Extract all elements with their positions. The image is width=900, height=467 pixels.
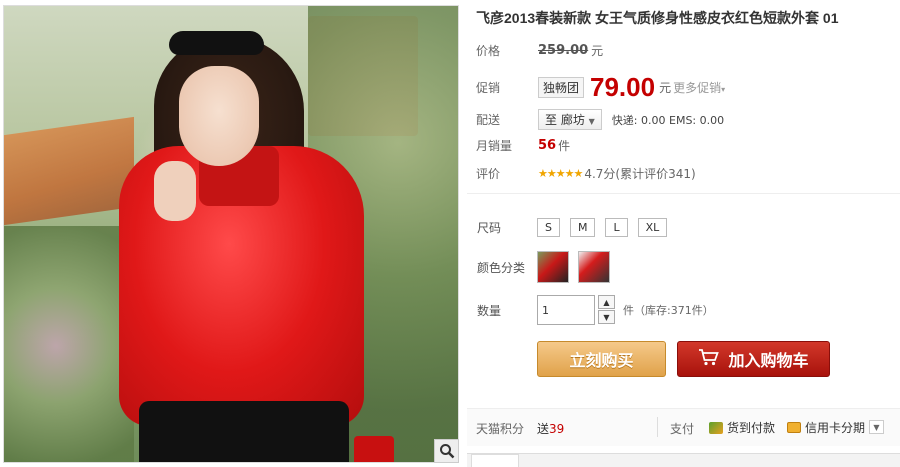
payment-expand-button[interactable]: ▼ <box>869 420 884 434</box>
sales-row: 月销量 56 件 <box>476 137 570 154</box>
quantity-increase-button[interactable]: ▲ <box>598 295 615 309</box>
color-row: 颜色分类 <box>477 251 619 283</box>
add-to-cart-button[interactable]: 加入购物车 <box>677 341 830 377</box>
tmall-points-value: 送39 <box>537 420 564 437</box>
shipping-destination-select[interactable]: 至 廊坊 ▼ <box>538 109 602 130</box>
payment-label: 支付 <box>670 422 695 436</box>
star-rating-icon: ★★★★★ <box>538 167 583 180</box>
red-bag <box>354 436 394 462</box>
background-roof <box>4 116 134 226</box>
promotion-price: 79.00 <box>590 72 656 102</box>
quantity-stepper: ▲ ▼ <box>598 295 615 325</box>
black-skirt <box>139 401 349 462</box>
product-main-image[interactable] <box>3 5 459 463</box>
stock-info: 件（库存:371件） <box>623 304 714 317</box>
rating-score-link[interactable]: 4.7分(累计评价341) <box>584 165 695 182</box>
chevron-down-icon: ▾ <box>721 85 726 94</box>
size-option-m[interactable]: M <box>569 218 596 237</box>
rating-row: 评价 ★★★★★ 4.7分(累计评价341) <box>476 165 696 182</box>
more-promotions-link[interactable]: 更多促销▾ <box>673 79 725 96</box>
promotion-row: 促销 独畅团 79.00 元 更多促销▾ <box>476 72 725 103</box>
rating-label: 评价 <box>476 167 501 181</box>
destination-value: 至 廊坊 <box>545 113 585 127</box>
add-to-cart-label: 加入购物车 <box>728 351 809 370</box>
credit-label: 信用卡分期 <box>805 421 866 435</box>
quantity-label: 数量 <box>477 303 502 318</box>
divider <box>657 417 658 437</box>
sunglasses <box>169 31 264 55</box>
points-prefix: 送 <box>537 422 550 436</box>
size-option-s[interactable]: S <box>537 218 560 237</box>
magnifier-icon <box>439 444 454 459</box>
points-number: 39 <box>549 422 565 436</box>
product-title: 飞彦2013春装新款 女王气质修身性感皮衣红色短款外套 01 <box>476 10 839 26</box>
detail-tabs <box>467 453 900 467</box>
price-label: 价格 <box>476 44 501 58</box>
promotion-unit: 元 <box>659 81 672 95</box>
quantity-input[interactable]: 1 <box>537 295 595 325</box>
credit-installment-option[interactable]: 信用卡分期 <box>787 419 865 436</box>
shipping-label: 配送 <box>476 113 501 127</box>
shipping-fees: 快递: 0.00 EMS: 0.00 <box>611 113 725 127</box>
quantity-decrease-button[interactable]: ▼ <box>598 310 615 324</box>
cash-on-delivery-icon <box>709 421 723 434</box>
color-option-thumbnail-1[interactable] <box>537 251 569 283</box>
quantity-row: 数量 1 ▲ ▼ 件（库存:371件） <box>477 295 714 325</box>
model-face <box>179 66 259 166</box>
background-flowers <box>4 226 134 462</box>
tab-2[interactable] <box>519 454 567 467</box>
color-label: 颜色分类 <box>477 260 526 275</box>
promotion-label: 促销 <box>476 81 501 95</box>
model-hand <box>154 161 196 221</box>
points-payment-row: 天猫积分 送39 支付 货到付款 信用卡分期 ▼ <box>467 408 900 446</box>
size-option-l[interactable]: L <box>605 218 628 237</box>
chevron-down-icon: ▼ <box>873 422 880 432</box>
color-option-thumbnail-2[interactable] <box>578 251 610 283</box>
size-option-xl[interactable]: XL <box>637 218 668 237</box>
size-label: 尺码 <box>477 221 502 235</box>
shopping-cart-icon <box>698 348 720 370</box>
cash-on-delivery-option[interactable]: 货到付款 <box>709 419 775 436</box>
size-row: 尺码 S M L XL <box>477 218 677 237</box>
tab-3[interactable] <box>567 454 615 467</box>
price-unit: 元 <box>591 44 604 58</box>
original-price: 259.00 <box>538 43 589 58</box>
tab-4[interactable] <box>615 454 663 467</box>
sales-count: 56 <box>538 138 557 153</box>
zoom-button[interactable] <box>434 439 459 463</box>
tab-1[interactable] <box>471 454 519 467</box>
tmall-points-label: 天猫积分 <box>476 422 525 436</box>
price-row: 价格 259.00 元 <box>476 42 603 59</box>
sales-label: 月销量 <box>476 139 513 153</box>
chevron-down-icon: ▼ <box>588 117 595 126</box>
more-promotions-label: 更多促销 <box>673 81 722 95</box>
promotion-tag: 独畅团 <box>538 77 585 98</box>
credit-card-icon <box>787 422 801 433</box>
sales-unit: 件 <box>558 139 571 153</box>
buy-now-button[interactable]: 立刻购买 <box>537 341 666 377</box>
buy-now-label: 立刻购买 <box>569 351 634 370</box>
shipping-row: 配送 至 廊坊 ▼ 快递: 0.00 EMS: 0.00 <box>476 109 724 130</box>
cod-label: 货到付款 <box>727 421 776 435</box>
